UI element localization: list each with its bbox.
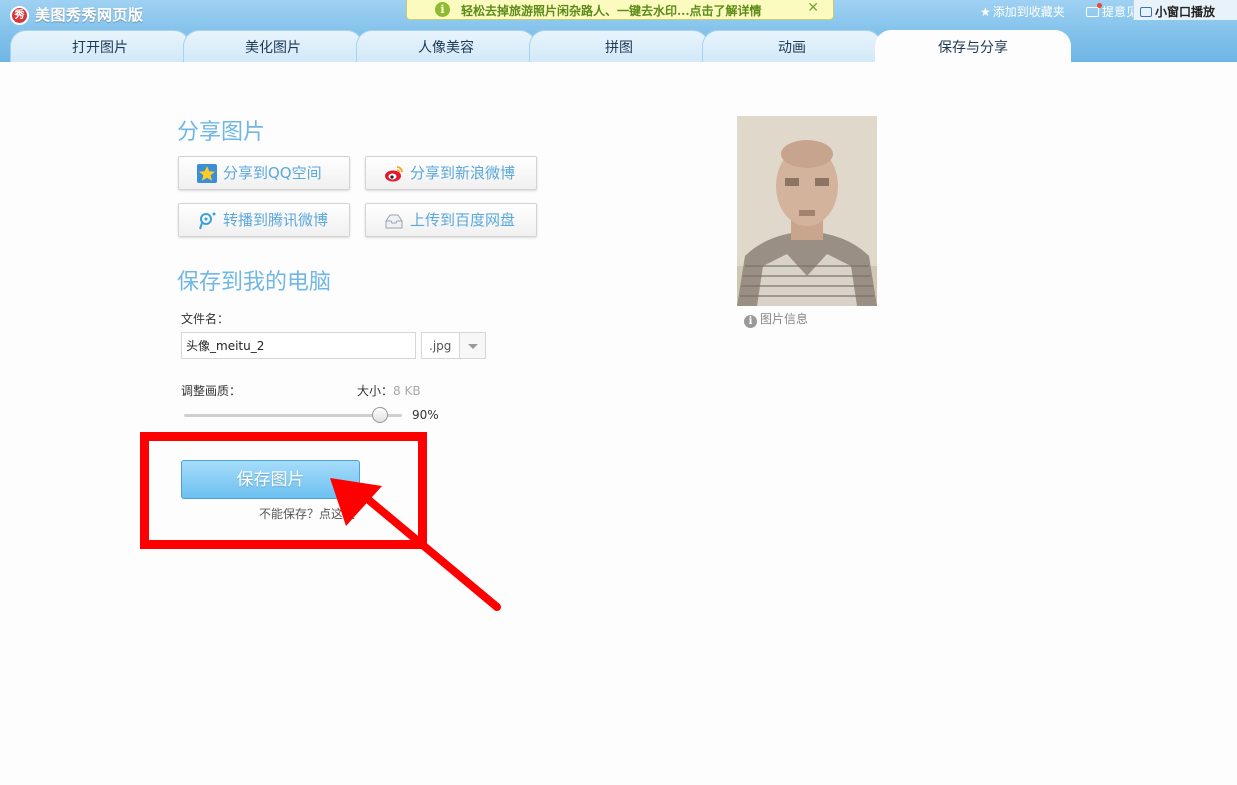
share-weibo-button[interactable]: 分享到新浪微博 bbox=[365, 156, 537, 190]
share-qzone-label: 分享到QQ空间 bbox=[223, 164, 322, 182]
share-section-title: 分享图片 bbox=[177, 120, 266, 145]
app-title: 美图秀秀网页版 bbox=[35, 6, 144, 24]
speech-bubble-icon bbox=[1086, 3, 1102, 17]
close-icon[interactable]: ✕ bbox=[807, 0, 819, 16]
weibo-icon bbox=[385, 166, 403, 182]
add-favorite-label: 添加到收藏夹 bbox=[992, 5, 1065, 19]
share-tencent-weibo-label: 转播到腾讯微博 bbox=[223, 211, 329, 229]
portrait-photo bbox=[737, 116, 877, 306]
save-section-title: 保存到我的电脑 bbox=[177, 270, 332, 295]
size-label: 大小：8 KB bbox=[357, 384, 421, 398]
qzone-star-icon bbox=[197, 164, 217, 183]
quality-label: 调整画质： bbox=[181, 384, 242, 398]
tv-icon bbox=[1140, 7, 1152, 17]
share-weibo-label: 分享到新浪微博 bbox=[410, 164, 516, 182]
filename-label: 文件名： bbox=[181, 312, 230, 326]
annotation-highlight-box bbox=[140, 432, 427, 549]
tab-animation[interactable]: 动画 bbox=[702, 30, 882, 62]
notice-text[interactable]: 轻松去掉旅游照片闲杂路人、一键去水印...点击了解详情 bbox=[461, 2, 762, 19]
upload-baidu-disk-button[interactable]: 上传到百度网盘 bbox=[365, 203, 537, 237]
mini-window-button[interactable]: 小窗口播放 bbox=[1133, 0, 1237, 20]
tab-portrait[interactable]: 人像美容 bbox=[356, 30, 536, 62]
feedback-link[interactable]: 提意见 bbox=[1086, 3, 1138, 20]
quality-slider-handle[interactable] bbox=[372, 407, 389, 423]
tab-open-image[interactable]: 打开图片 bbox=[10, 30, 190, 62]
filename-input[interactable] bbox=[181, 332, 416, 359]
chevron-down-icon[interactable] bbox=[459, 333, 485, 358]
star-icon: ★ bbox=[980, 5, 991, 19]
tab-beautify[interactable]: 美化图片 bbox=[183, 30, 363, 62]
size-value: 8 KB bbox=[393, 384, 421, 398]
notice-banner[interactable]: i 轻松去掉旅游照片闲杂路人、一键去水印...点击了解详情 ✕ bbox=[406, 0, 834, 20]
image-info-label: 图片信息 bbox=[760, 312, 809, 326]
tencent-weibo-icon bbox=[199, 212, 216, 230]
top-bar: 秀 美图秀秀网页版 i 轻松去掉旅游照片闲杂路人、一键去水印...点击了解详情 … bbox=[0, 0, 1237, 62]
quality-percent: 90% bbox=[412, 408, 439, 422]
app-logo: 秀 bbox=[10, 6, 29, 25]
tab-collage[interactable]: 拼图 bbox=[529, 30, 709, 62]
info-icon: i bbox=[744, 315, 757, 328]
share-qzone-button[interactable]: 分享到QQ空间 bbox=[178, 156, 350, 190]
upload-baidu-disk-label: 上传到百度网盘 bbox=[410, 211, 516, 229]
mini-window-label: 小窗口播放 bbox=[1155, 5, 1216, 19]
add-favorite-link[interactable]: ★ 添加到收藏夹 bbox=[980, 3, 1065, 20]
extension-value: .jpg bbox=[429, 339, 452, 353]
image-preview bbox=[737, 116, 877, 306]
cloud-disk-icon bbox=[385, 214, 403, 229]
image-info-link[interactable]: i 图片信息 bbox=[744, 310, 808, 328]
tab-save-share[interactable]: 保存与分享 bbox=[875, 30, 1071, 62]
quality-slider[interactable] bbox=[184, 407, 402, 423]
share-tencent-weibo-button[interactable]: 转播到腾讯微博 bbox=[178, 203, 350, 237]
info-icon: i bbox=[435, 2, 450, 17]
extension-select[interactable]: .jpg bbox=[421, 332, 486, 359]
